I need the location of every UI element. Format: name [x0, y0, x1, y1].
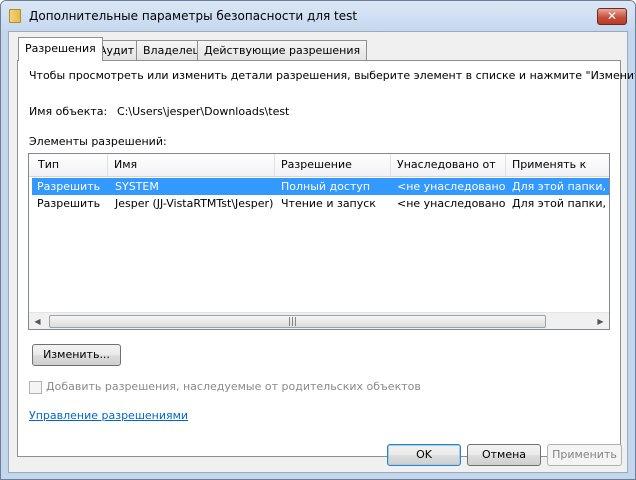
- entries-label: Элементы разрешений:: [29, 135, 167, 148]
- column-header-type[interactable]: Тип: [29, 154, 108, 176]
- close-button[interactable]: ✕: [597, 8, 627, 25]
- scroll-right-arrow-icon[interactable]: ▶: [592, 313, 609, 329]
- column-header-name[interactable]: Имя: [108, 154, 275, 176]
- row-inherited-from: <не унаследовано>: [397, 197, 506, 210]
- object-name-value: C:\Users\jesper\Downloads\test: [117, 105, 290, 118]
- column-header-inherited-from[interactable]: Унаследовано от: [391, 154, 506, 176]
- manage-permissions-link[interactable]: Управление разрешениями: [29, 409, 188, 422]
- scroll-grip-icon: |||: [288, 317, 298, 327]
- inherit-checkbox[interactable]: [29, 381, 42, 394]
- tab-permissions[interactable]: Разрешения: [18, 37, 103, 61]
- table-row[interactable]: Разрешить Jesper (JJ-VistaRTMTst\Jesper)…: [32, 195, 609, 212]
- dialog-window: Дополнительные параметры безопасности дл…: [0, 0, 636, 480]
- row-permission: Чтение и запуск: [281, 197, 376, 210]
- scroll-thumb[interactable]: |||: [49, 315, 546, 328]
- folder-icon: [9, 9, 21, 23]
- title-bar[interactable]: Дополнительные параметры безопасности дл…: [1, 1, 635, 31]
- apply-button[interactable]: Применить: [547, 444, 622, 466]
- tab-effective-permissions[interactable]: Действующие разрешения: [197, 40, 368, 60]
- column-header-apply-to[interactable]: Применять к: [506, 154, 609, 176]
- row-permission: Полный доступ: [281, 180, 371, 193]
- row-apply-to: Для этой папки, ее: [512, 197, 609, 210]
- ok-button[interactable]: OK: [387, 444, 461, 466]
- row-type: Разрешить: [37, 180, 101, 193]
- scroll-left-arrow-icon[interactable]: ◀: [29, 313, 46, 329]
- instruction-text: Чтобы просмотреть или изменить детали ра…: [29, 69, 636, 82]
- list-header: Тип Имя Разрешение Унаследовано от Приме…: [29, 154, 609, 177]
- horizontal-scrollbar[interactable]: ◀ ||| ▶: [29, 312, 609, 329]
- window-title: Дополнительные параметры безопасности дл…: [29, 9, 358, 23]
- row-inherited-from: <не унаследовано>: [397, 180, 506, 193]
- row-name: SYSTEM: [115, 180, 159, 193]
- permission-entries-list[interactable]: Тип Имя Разрешение Унаследовано от Приме…: [28, 153, 610, 330]
- row-type: Разрешить: [37, 197, 101, 210]
- row-name: Jesper (JJ-VistaRTMTst\Jesper): [115, 197, 274, 210]
- table-row[interactable]: Разрешить SYSTEM Полный доступ <не унасл…: [32, 178, 609, 195]
- edit-button[interactable]: Изменить...: [32, 344, 121, 366]
- object-name-label: Имя объекта:: [29, 105, 108, 118]
- row-apply-to: Для этой папки, ее: [512, 180, 609, 193]
- cancel-button[interactable]: Отмена: [467, 444, 541, 466]
- inherit-checkbox-label: Добавить разрешения, наследуемые от роди…: [46, 380, 421, 393]
- column-header-permission[interactable]: Разрешение: [275, 154, 391, 176]
